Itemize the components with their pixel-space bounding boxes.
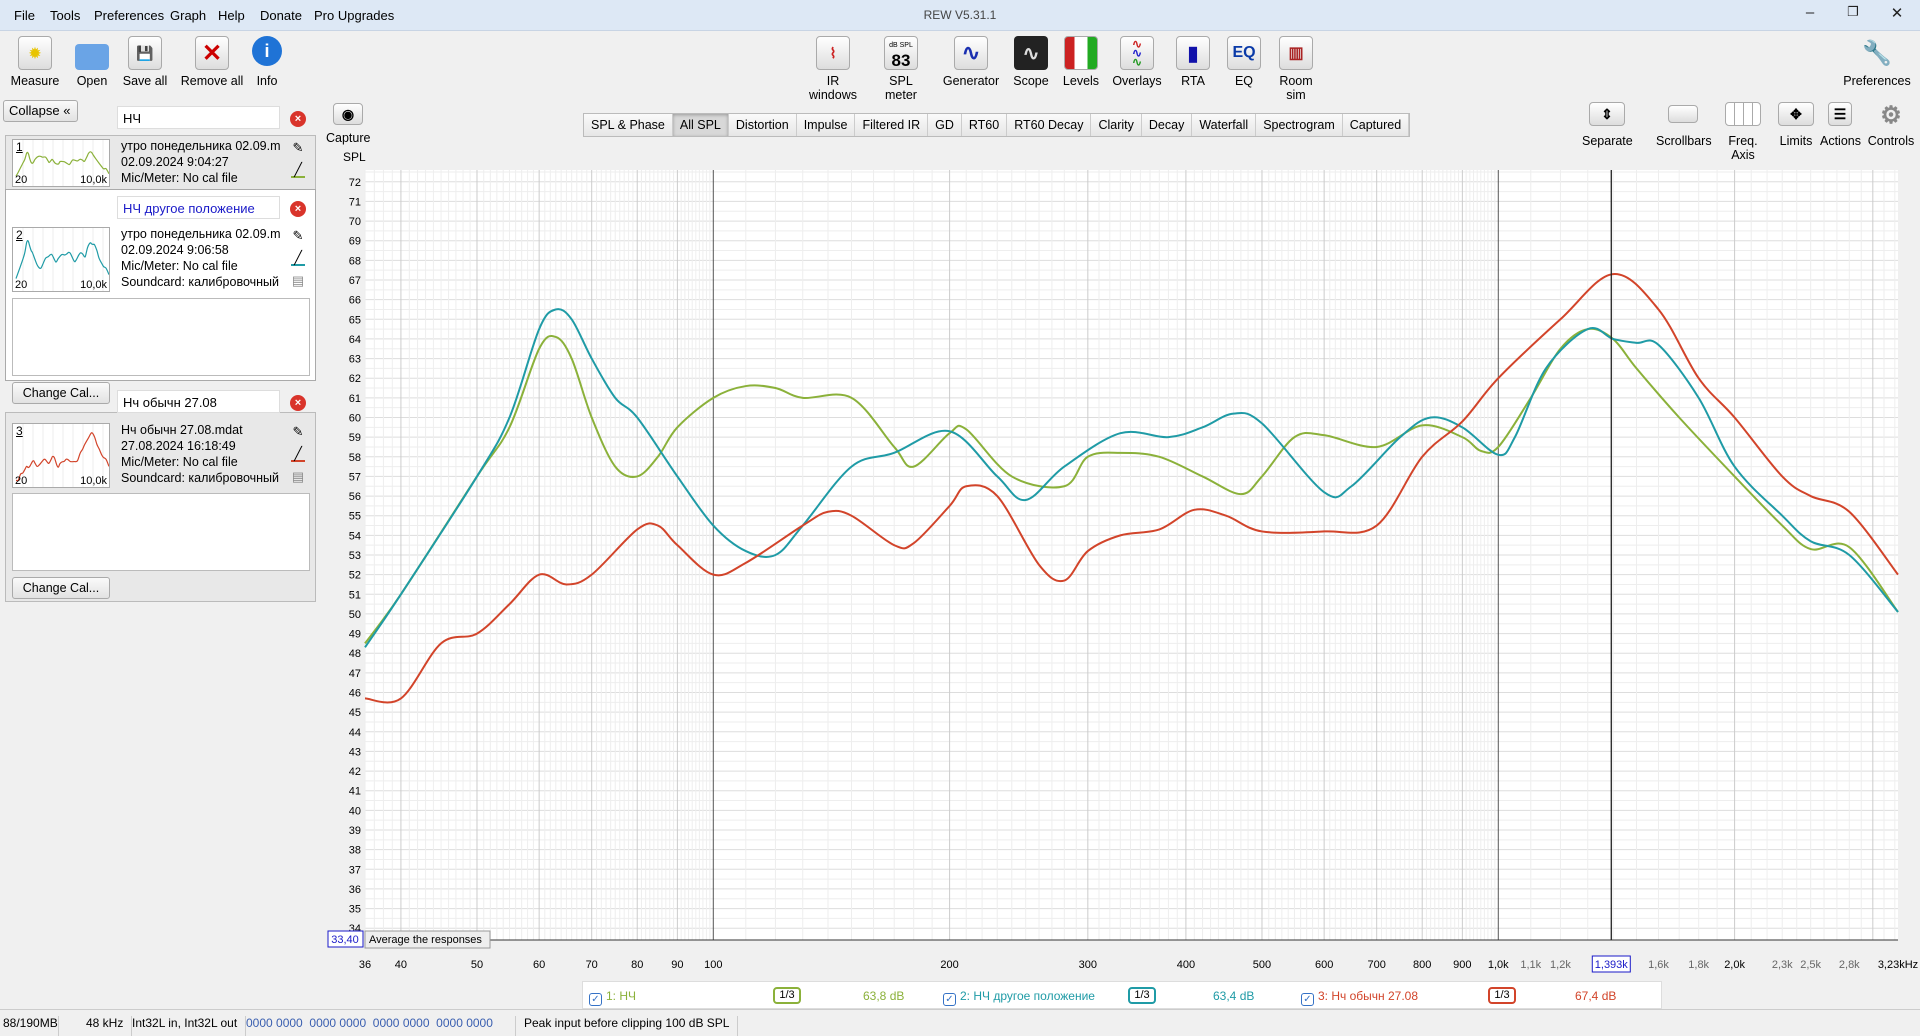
legend-level: 63,8 dB bbox=[863, 989, 905, 1003]
y-axis-label: SPL bbox=[343, 150, 366, 164]
y-tick-label: 58 bbox=[349, 452, 361, 464]
memory-usage: 88/190MB bbox=[3, 1016, 59, 1036]
y-tick-label: 70 bbox=[349, 216, 361, 228]
x-tick-label: 300 bbox=[1079, 959, 1097, 971]
legend-label: 2: НЧ другое положение bbox=[960, 989, 1095, 1003]
legend-level: 63,4 dB bbox=[1213, 989, 1255, 1003]
x-tick-label: 2,0k bbox=[1724, 959, 1745, 971]
x-tick-label: 2,3k bbox=[1772, 959, 1793, 971]
x-tick-label: 40 bbox=[395, 959, 407, 971]
y-tick-label: 56 bbox=[349, 491, 361, 503]
x-tick-label: 800 bbox=[1413, 959, 1431, 971]
x-tick-label: 70 bbox=[586, 959, 598, 971]
y-tick-label: 60 bbox=[349, 413, 361, 425]
legend-label: 1: НЧ bbox=[606, 989, 637, 1003]
y-tick-label: 55 bbox=[349, 511, 361, 523]
x-tick-label: 700 bbox=[1368, 959, 1386, 971]
y-tick-label: 44 bbox=[349, 727, 361, 739]
y-tick-label: 67 bbox=[349, 275, 361, 287]
y-tick-label: 40 bbox=[349, 805, 361, 817]
x-tick-label: 2,8k bbox=[1839, 959, 1860, 971]
y-tick-label: 35 bbox=[349, 904, 361, 916]
legend-item[interactable]: ✓ 3: Нч обычн 27.08 bbox=[1301, 989, 1418, 1006]
y-tick-label: 36 bbox=[349, 884, 361, 896]
status-bar: 88/190MB 48 kHz Int32L in, Int32L out 00… bbox=[0, 1009, 1920, 1036]
y-tick-label: 45 bbox=[349, 707, 361, 719]
x-tick-label: 400 bbox=[1177, 959, 1195, 971]
x-tick-label: 1,0k bbox=[1488, 959, 1509, 971]
smoothing-button[interactable]: 1/3 bbox=[1488, 987, 1516, 1004]
y-tick-label: 43 bbox=[349, 746, 361, 758]
y-tick-label: 41 bbox=[349, 786, 361, 798]
legend-item[interactable]: ✓ 2: НЧ другое положение bbox=[943, 989, 1095, 1006]
x-tick-label: 90 bbox=[671, 959, 683, 971]
y-tick-label: 65 bbox=[349, 314, 361, 326]
y-tick-label: 72 bbox=[349, 177, 361, 189]
y-tick-label: 66 bbox=[349, 295, 361, 307]
y-tick-label: 53 bbox=[349, 550, 361, 562]
checkbox-icon[interactable]: ✓ bbox=[1301, 993, 1314, 1006]
graph-legend: ✓ 1: НЧ 1/3 63,8 dB ✓ 2: НЧ другое положени… bbox=[582, 981, 1662, 1009]
y-tick-label: 52 bbox=[349, 570, 361, 582]
y-tick-label: 50 bbox=[349, 609, 361, 621]
x-tick-label: 3,23kHz bbox=[1878, 959, 1918, 971]
y-tick-label: 61 bbox=[349, 393, 361, 405]
x-tick-label: 100 bbox=[704, 959, 722, 971]
y-tick-label: 68 bbox=[349, 255, 361, 267]
sample-rate: 48 kHz bbox=[86, 1016, 133, 1036]
x-tick-label: 1,6k bbox=[1648, 959, 1669, 971]
y-tick-label: 51 bbox=[349, 589, 361, 601]
y-tick-label: 59 bbox=[349, 432, 361, 444]
x-tick-label: 50 bbox=[471, 959, 483, 971]
input-bits: 0000 0000 0000 0000 0000 0000 0000 0000 bbox=[246, 1016, 516, 1036]
x-tick-label: 2,5k bbox=[1800, 959, 1821, 971]
tooltip-text: Average the responses bbox=[369, 934, 482, 946]
legend-level: 67,4 dB bbox=[1575, 989, 1617, 1003]
x-tick-label: 1,2k bbox=[1550, 959, 1571, 971]
y-tick-label: 69 bbox=[349, 236, 361, 248]
y-tick-label: 47 bbox=[349, 668, 361, 680]
x-tick-label: 80 bbox=[631, 959, 643, 971]
legend-label: 3: Нч обычн 27.08 bbox=[1318, 989, 1419, 1003]
y-tick-label: 71 bbox=[349, 196, 361, 208]
legend-item[interactable]: ✓ 1: НЧ bbox=[589, 989, 636, 1006]
cursor-freq-label: 1,393k bbox=[1595, 959, 1629, 971]
y-tick-label: 42 bbox=[349, 766, 361, 778]
y-tick-label: 49 bbox=[349, 629, 361, 641]
y-tick-label: 37 bbox=[349, 864, 361, 876]
y-tick-label: 63 bbox=[349, 354, 361, 366]
x-tick-label: 36 bbox=[359, 959, 371, 971]
y-tick-label: 64 bbox=[349, 334, 361, 346]
x-tick-label: 1,1k bbox=[1520, 959, 1541, 971]
smoothing-button[interactable]: 1/3 bbox=[773, 987, 801, 1004]
checkbox-icon[interactable]: ✓ bbox=[943, 993, 956, 1006]
x-tick-label: 60 bbox=[533, 959, 545, 971]
y-tick-label: 39 bbox=[349, 825, 361, 837]
x-tick-label: 1,8k bbox=[1688, 959, 1709, 971]
x-tick-label: 600 bbox=[1315, 959, 1333, 971]
y-tick-label: 38 bbox=[349, 845, 361, 857]
y-readout: 33,40 bbox=[331, 934, 359, 946]
x-tick-label: 900 bbox=[1453, 959, 1471, 971]
spl-graph[interactable]: SPL3435363738394041424344454647484950515… bbox=[0, 0, 1920, 1000]
checkbox-icon[interactable]: ✓ bbox=[589, 993, 602, 1006]
x-tick-label: 500 bbox=[1253, 959, 1271, 971]
y-tick-label: 54 bbox=[349, 530, 361, 542]
x-tick-label: 200 bbox=[940, 959, 958, 971]
peak-input: Peak input before clipping 100 dB SPL bbox=[524, 1016, 739, 1036]
y-tick-label: 57 bbox=[349, 471, 361, 483]
sample-format: Int32L in, Int32L out bbox=[132, 1016, 247, 1036]
y-tick-label: 46 bbox=[349, 688, 361, 700]
y-tick-label: 48 bbox=[349, 648, 361, 660]
y-tick-label: 62 bbox=[349, 373, 361, 385]
smoothing-button[interactable]: 1/3 bbox=[1128, 987, 1156, 1004]
